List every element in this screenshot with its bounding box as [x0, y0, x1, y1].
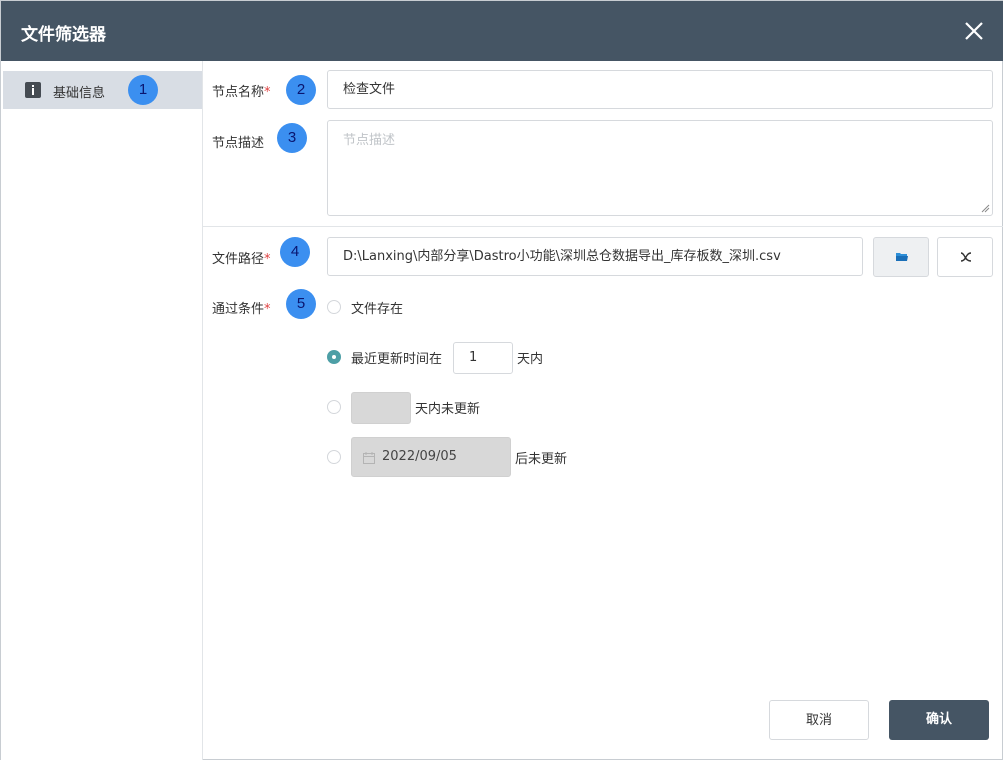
radio-not-updated-after[interactable]	[327, 450, 341, 464]
node-name-label: 节点名称*	[212, 85, 271, 100]
folder-icon	[896, 253, 908, 261]
not-updated-days-input[interactable]	[351, 392, 411, 424]
required-mark: *	[264, 85, 271, 100]
annotation-badge-5: 5	[286, 289, 316, 319]
dialog-title: 文件筛选器	[21, 25, 106, 45]
required-mark: *	[264, 252, 271, 267]
annotation-badge-4: 4	[280, 237, 310, 267]
resize-grip-icon[interactable]	[981, 204, 990, 213]
required-mark: *	[264, 302, 271, 317]
file-path-input[interactable]: D:\Lanxing\内部分享\Dastro小功能\深圳总仓数据导出_库存板数_…	[327, 237, 863, 276]
file-filter-dialog: 文件筛选器 基础信息 1 节点名称* 2 检查文件 节点描述 3 节点描述 文件…	[0, 0, 1003, 760]
cancel-button[interactable]: 取消	[769, 700, 869, 740]
file-path-label: 文件路径*	[212, 252, 271, 267]
option-not-updated-after-suffix: 后未更新	[515, 452, 568, 467]
recent-days-value: 1	[469, 350, 478, 365]
close-icon[interactable]	[963, 20, 985, 42]
option-recent-update-suffix: 天内	[517, 352, 544, 367]
node-desc-label: 节点描述	[212, 136, 265, 151]
radio-not-updated-days[interactable]	[327, 400, 341, 414]
date-picker-input[interactable]: 2022/09/05	[351, 437, 511, 477]
sidebar-item-basic-info[interactable]: 基础信息 1	[3, 71, 202, 109]
annotation-badge-1: 1	[128, 75, 158, 105]
browse-file-button[interactable]	[873, 237, 929, 277]
function-x-icon	[960, 252, 972, 262]
radio-recent-update[interactable]	[327, 350, 341, 364]
calendar-icon	[363, 452, 375, 464]
option-file-exists-label: 文件存在	[351, 302, 404, 317]
node-desc-textarea[interactable]: 节点描述	[327, 120, 993, 216]
recent-days-input[interactable]: 1	[453, 342, 513, 374]
annotation-badge-3: 3	[277, 123, 307, 153]
annotation-badge-2: 2	[286, 75, 316, 105]
sidebar: 基础信息 1	[1, 61, 203, 760]
pass-condition-label: 通过条件*	[212, 302, 271, 317]
node-desc-placeholder: 节点描述	[343, 133, 396, 148]
confirm-button[interactable]: 确认	[889, 700, 989, 740]
info-icon	[25, 82, 41, 98]
dialog-titlebar: 文件筛选器	[1, 1, 1003, 61]
option-recent-update-prefix: 最近更新时间在	[351, 352, 443, 367]
radio-file-exists[interactable]	[327, 300, 341, 314]
option-not-updated-days-suffix: 天内未更新	[415, 402, 481, 417]
file-path-value: D:\Lanxing\内部分享\Dastro小功能\深圳总仓数据导出_库存板数_…	[343, 249, 781, 264]
sidebar-item-label: 基础信息	[53, 86, 106, 101]
node-name-value: 检查文件	[343, 82, 396, 97]
date-value: 2022/09/05	[382, 449, 457, 464]
insert-variable-button[interactable]	[937, 237, 993, 277]
section-divider	[203, 226, 1003, 227]
node-name-input[interactable]: 检查文件	[327, 70, 993, 109]
